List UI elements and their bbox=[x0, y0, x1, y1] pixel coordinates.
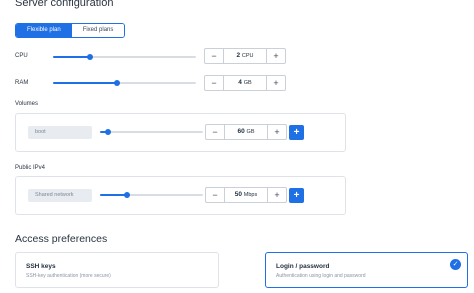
cpu-slider[interactable] bbox=[53, 52, 196, 62]
bandwidth-unit: Mbps bbox=[243, 192, 258, 198]
tab-fixed-plans[interactable]: Fixed plans bbox=[71, 24, 125, 37]
add-ipv4-button[interactable]: + bbox=[289, 188, 304, 203]
cpu-value[interactable]: 2 CPU bbox=[223, 49, 267, 63]
slider-knob[interactable] bbox=[87, 54, 94, 60]
volume-increment-button[interactable]: + bbox=[268, 125, 286, 139]
slider-fill bbox=[100, 194, 127, 196]
bandwidth-slider[interactable] bbox=[100, 190, 203, 200]
bandwidth-value[interactable]: 50 Mbps bbox=[224, 188, 268, 202]
option-description: Authentication using login and password bbox=[276, 273, 366, 279]
slider-knob[interactable] bbox=[114, 80, 121, 86]
access-preferences-title: Access preferences bbox=[15, 233, 108, 245]
cpu-stepper: − 2 CPU + bbox=[204, 48, 286, 64]
ram-slider[interactable] bbox=[53, 78, 196, 88]
volume-unit: GB bbox=[246, 129, 255, 135]
cpu-value-number: 2 bbox=[236, 52, 241, 59]
volume-value-number: 60 bbox=[237, 128, 245, 135]
cpu-label: CPU bbox=[15, 53, 28, 59]
cpu-decrement-button[interactable]: − bbox=[205, 49, 223, 63]
add-volume-button[interactable]: + bbox=[289, 125, 304, 140]
ram-stepper: − 4 GB + bbox=[204, 75, 286, 91]
volumes-card: boot − 60 GB + + bbox=[15, 113, 346, 152]
bandwidth-value-number: 50 bbox=[234, 191, 242, 198]
ipv4-card: Shared network − 50 Mbps + + bbox=[15, 176, 346, 215]
network-name-pill: Shared network bbox=[28, 189, 92, 202]
slider-fill bbox=[53, 56, 91, 58]
ram-value-number: 4 bbox=[238, 79, 242, 86]
cpu-increment-button[interactable]: + bbox=[267, 49, 285, 63]
ram-decrement-button[interactable]: − bbox=[205, 76, 223, 90]
volume-stepper: − 60 GB + bbox=[205, 124, 287, 140]
slider-knob[interactable] bbox=[105, 129, 112, 135]
ram-increment-button[interactable]: + bbox=[267, 76, 285, 90]
ram-label: RAM bbox=[15, 80, 29, 86]
volume-name-pill: boot bbox=[28, 126, 92, 139]
login-password-option[interactable]: Login / password Authentication using lo… bbox=[265, 252, 468, 288]
bandwidth-increment-button[interactable]: + bbox=[268, 188, 286, 202]
volumes-label: Volumes bbox=[15, 101, 39, 107]
title-clip: Server configuration bbox=[0, 0, 474, 14]
ram-value[interactable]: 4 GB bbox=[223, 76, 267, 90]
slider-track bbox=[100, 131, 203, 133]
slider-fill bbox=[53, 82, 118, 84]
volume-decrement-button[interactable]: − bbox=[206, 125, 224, 139]
bandwidth-stepper: − 50 Mbps + bbox=[205, 187, 287, 203]
tab-flexible-plan[interactable]: Flexible plan bbox=[16, 24, 72, 37]
option-description: SSH-key authentication (more secure) bbox=[26, 273, 111, 279]
volume-size-slider[interactable] bbox=[100, 127, 203, 137]
plan-tabs: Flexible plan Fixed plans bbox=[15, 23, 126, 38]
option-title: Login / password bbox=[276, 263, 330, 270]
ssh-keys-option[interactable]: SSH keys SSH-key authentication (more se… bbox=[15, 252, 219, 288]
slider-knob[interactable] bbox=[123, 192, 130, 198]
ram-unit: GB bbox=[243, 80, 252, 86]
check-icon: ✓ bbox=[450, 259, 461, 270]
cpu-unit: CPU bbox=[241, 53, 254, 59]
volume-value[interactable]: 60 GB bbox=[224, 125, 268, 139]
bandwidth-decrement-button[interactable]: − bbox=[206, 188, 224, 202]
page-title: Server configuration bbox=[15, 0, 114, 9]
ipv4-label: Public IPv4 bbox=[15, 165, 46, 171]
option-title: SSH keys bbox=[26, 263, 56, 270]
